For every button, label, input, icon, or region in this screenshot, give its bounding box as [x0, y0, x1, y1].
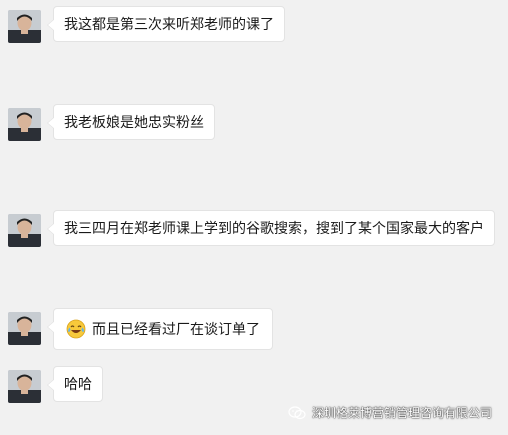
- chat-message: 哈哈: [8, 366, 103, 403]
- message-bubble[interactable]: 而且已经看过厂在谈订单了: [47, 308, 273, 350]
- wechat-icon: [288, 405, 306, 419]
- chat-message: 我这都是第三次来听郑老师的课了: [8, 6, 285, 43]
- message-bubble[interactable]: 哈哈: [47, 366, 103, 402]
- message-text: 哈哈: [64, 377, 92, 393]
- chat-message: 而且已经看过厂在谈订单了: [8, 308, 273, 350]
- message-text: 我这都是第三次来听郑老师的课了: [64, 17, 274, 33]
- message-bubble[interactable]: 我老板娘是她忠实粉丝: [47, 104, 215, 140]
- message-text: 我三四月在郑老师课上学到的谷歌搜索，搜到了某个国家最大的客户: [64, 221, 484, 237]
- watermark: 深圳格莱博营销管理咨询有限公司: [288, 404, 492, 421]
- avatar[interactable]: [8, 370, 41, 403]
- message-text: 而且已经看过厂在谈订单了: [92, 322, 260, 338]
- message-bubble[interactable]: 我三四月在郑老师课上学到的谷歌搜索，搜到了某个国家最大的客户: [47, 210, 495, 246]
- chat-window: 我这都是第三次来听郑老师的课了 我老板娘是她忠实粉丝 我三四月在郑老师课上学到的…: [0, 0, 508, 435]
- avatar[interactable]: [8, 312, 41, 345]
- laughing-crying-emoji-icon: [66, 319, 86, 339]
- watermark-text: 深圳格莱博营销管理咨询有限公司: [311, 406, 492, 420]
- chat-message: 我老板娘是她忠实粉丝: [8, 104, 215, 141]
- message-text: 我老板娘是她忠实粉丝: [64, 115, 204, 131]
- chat-message: 我三四月在郑老师课上学到的谷歌搜索，搜到了某个国家最大的客户: [8, 210, 495, 247]
- message-bubble[interactable]: 我这都是第三次来听郑老师的课了: [47, 6, 285, 42]
- avatar[interactable]: [8, 10, 41, 43]
- avatar[interactable]: [8, 214, 41, 247]
- avatar[interactable]: [8, 108, 41, 141]
